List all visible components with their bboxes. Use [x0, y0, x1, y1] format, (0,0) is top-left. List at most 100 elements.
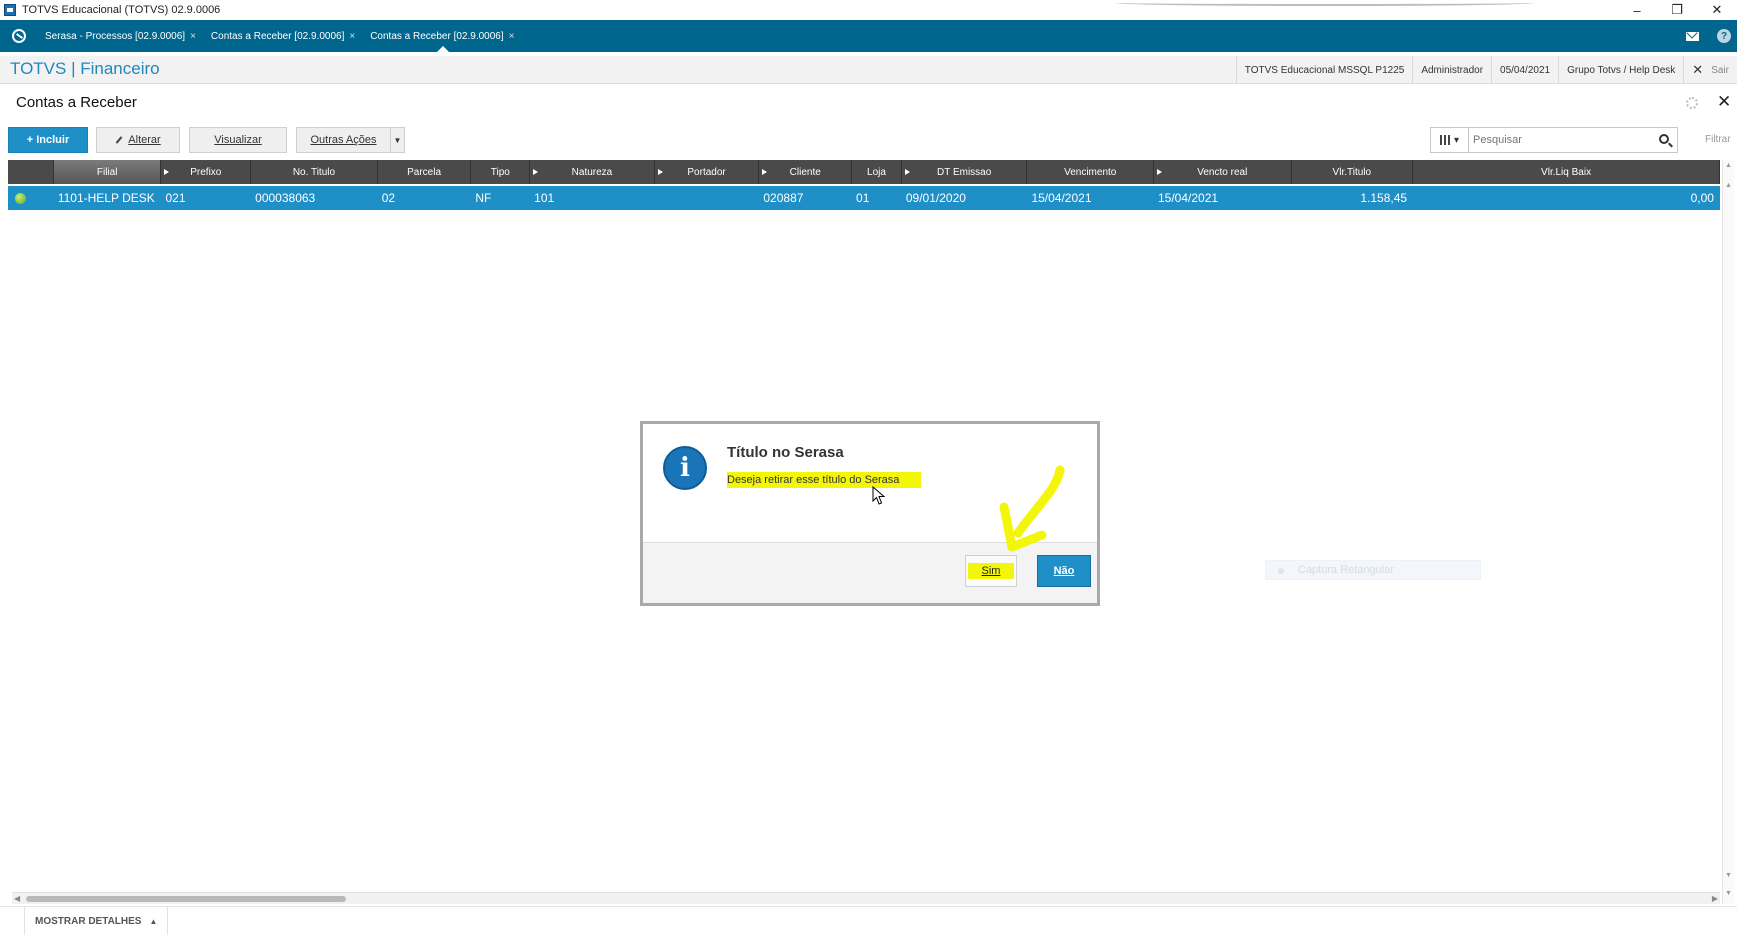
- outras-acoes-label: Outras Ações: [310, 134, 377, 146]
- scroll-up-icon[interactable]: ▲: [1725, 162, 1732, 169]
- cell-portador: [655, 186, 760, 210]
- search-box: ▾: [1430, 127, 1678, 153]
- tabbar-actions: ?: [1686, 20, 1737, 52]
- status-green-icon: [15, 192, 26, 204]
- brand-title: TOTVS | Financeiro: [10, 59, 160, 78]
- window-title: TOTVS Educacional (TOTVS) 02.9.0006: [22, 4, 221, 16]
- help-icon[interactable]: ?: [1717, 29, 1731, 43]
- annotation-arrow-icon: [999, 465, 1065, 552]
- scroll-up-icon[interactable]: ▲: [1725, 182, 1732, 189]
- tab-serasa-processos[interactable]: Serasa - Processos [02.9.0006] ×: [38, 20, 204, 52]
- restore-button[interactable]: ❐: [1657, 0, 1697, 20]
- environment-label: TOTVS Educacional MSSQL P1225: [1235, 56, 1413, 84]
- chevron-up-icon: ▲: [149, 916, 158, 926]
- grid-header: Filial Prefixo No. Titulo Parcela Tipo N…: [8, 160, 1721, 184]
- scrollbar-thumb[interactable]: [26, 896, 346, 902]
- window-titlebar: TOTVS Educacional (TOTVS) 02.9.0006 – ❐ …: [0, 0, 1737, 20]
- pencil-icon: [115, 136, 123, 144]
- cell-vlr-titulo: 1.158,45: [1360, 191, 1408, 205]
- cell-loja: 01: [856, 191, 870, 205]
- info-icon: i: [663, 446, 707, 490]
- scroll-down-icon[interactable]: ▼: [1725, 872, 1732, 879]
- column-header-vencto-real[interactable]: Vencto real: [1154, 160, 1292, 184]
- cell-parcela: 02: [381, 191, 396, 205]
- show-details-button[interactable]: MOSTRAR DETALHES ▲: [24, 907, 169, 935]
- tab-contas-receber-1[interactable]: Contas a Receber [02.9.0006] ×: [204, 20, 363, 52]
- scroll-left-icon[interactable]: ◀: [14, 894, 20, 903]
- totvs-logo-icon[interactable]: [12, 29, 26, 43]
- dialog-title: Título no Serasa: [727, 444, 844, 461]
- chevron-down-icon[interactable]: ▼: [390, 128, 404, 152]
- outras-acoes-button[interactable]: Outras Ações ▼: [296, 127, 405, 153]
- alterar-button[interactable]: Alterar: [96, 127, 180, 153]
- incluir-button[interactable]: + Incluir: [8, 127, 88, 153]
- header-info: TOTVS Educacional MSSQL P1225 Administra…: [1235, 56, 1737, 84]
- cell-dt-emissao: 09/01/2020: [905, 191, 966, 205]
- tab-close-icon[interactable]: ×: [509, 31, 515, 42]
- nao-label: Não: [1053, 565, 1075, 577]
- exit-button[interactable]: ✕ Sair: [1683, 56, 1737, 84]
- tab-label: Contas a Receber [02.9.0006]: [210, 30, 345, 42]
- cell-tipo: NF: [475, 191, 492, 205]
- column-header-prefixo[interactable]: Prefixo: [161, 160, 252, 184]
- columns-button[interactable]: ▾: [1431, 128, 1469, 152]
- column-header-vlr-titulo[interactable]: Vlr.Titulo: [1292, 160, 1414, 184]
- minimize-button[interactable]: –: [1617, 0, 1657, 20]
- search-input[interactable]: [1469, 129, 1649, 151]
- alterar-label: Alterar: [128, 134, 161, 146]
- mouse-cursor-icon: [872, 486, 886, 505]
- cell-vencto-real: 15/04/2021: [1157, 191, 1219, 205]
- cell-vlr-liq-baix: 0,00: [1690, 191, 1714, 205]
- page-close-icon[interactable]: ✕: [1717, 92, 1731, 112]
- column-header-vencimento[interactable]: Vencimento: [1027, 160, 1155, 184]
- tab-label: Serasa - Processos [02.9.0006]: [45, 30, 186, 42]
- chevron-down-icon: ▾: [1453, 134, 1460, 146]
- status-cell: [8, 186, 54, 210]
- column-header-cliente[interactable]: Cliente: [759, 160, 853, 184]
- tab-close-icon[interactable]: ×: [190, 31, 196, 42]
- exit-icon: ✕: [1692, 62, 1704, 77]
- group-label: Grupo Totvs / Help Desk: [1558, 56, 1683, 84]
- column-header-filial[interactable]: Filial: [53, 160, 162, 184]
- gear-icon[interactable]: [1686, 97, 1698, 109]
- screen-edge-artifact: [1115, 0, 1535, 6]
- column-header-portador[interactable]: Portador: [655, 160, 760, 184]
- visualizar-label: Visualizar: [214, 134, 262, 146]
- bottom-bar: MOSTRAR DETALHES ▲: [0, 906, 1737, 936]
- filter-link[interactable]: Filtrar: [1705, 134, 1731, 145]
- tab-label: Contas a Receber [02.9.0006]: [370, 30, 504, 42]
- app-icon: [4, 4, 16, 16]
- vertical-scrollbar[interactable]: ▲ ▲ ▼ ▼: [1722, 160, 1734, 904]
- cell-prefixo: 021: [165, 191, 186, 205]
- horizontal-scrollbar[interactable]: ◀ ▶: [12, 892, 1720, 904]
- column-header-parcela[interactable]: Parcela: [378, 160, 472, 184]
- page-title: Contas a Receber: [16, 94, 137, 111]
- column-header-no-titulo[interactable]: No. Titulo: [251, 160, 378, 184]
- sim-label: Sim: [981, 565, 1001, 577]
- tab-contas-receber-2[interactable]: Contas a Receber [02.9.0006] ×: [363, 20, 522, 52]
- column-header-natureza[interactable]: Natureza: [530, 160, 655, 184]
- app-header: TOTVS | Financeiro TOTVS Educacional MSS…: [0, 56, 1737, 84]
- cell-no-titulo: 000038063: [255, 191, 316, 205]
- column-header-tipo[interactable]: Tipo: [471, 160, 531, 184]
- scroll-down-icon[interactable]: ▼: [1725, 890, 1732, 897]
- column-header-vlr-liq-baix[interactable]: Vlr.Liq Baix: [1413, 160, 1721, 184]
- visualizar-button[interactable]: Visualizar: [189, 127, 287, 153]
- cell-filial: 1101-HELP DESK: [57, 191, 155, 205]
- cell-cliente: 020887: [763, 191, 804, 205]
- window-close-button[interactable]: ✕: [1697, 0, 1737, 20]
- dialog-message: Deseja retirar esse título do Serasa: [727, 472, 922, 488]
- columns-icon: [1439, 135, 1450, 145]
- search-icon[interactable]: [1659, 134, 1669, 144]
- user-label: Administrador: [1412, 56, 1491, 84]
- column-header-dt-emissao[interactable]: DT Emissao: [902, 160, 1028, 184]
- rectangular-capture-tooltip: Captura Retangular: [1265, 560, 1481, 580]
- show-details-label: MOSTRAR DETALHES: [35, 915, 142, 927]
- tab-close-icon[interactable]: ×: [349, 31, 355, 42]
- scroll-right-icon[interactable]: ▶: [1712, 894, 1718, 903]
- table-row[interactable]: 1101-HELP DESK 021 000038063 02 NF 101 0…: [8, 186, 1720, 210]
- tab-bar: Serasa - Processos [02.9.0006] × Contas …: [0, 20, 1737, 52]
- column-header-loja[interactable]: Loja: [852, 160, 902, 184]
- status-column-header[interactable]: [8, 160, 54, 184]
- mail-icon[interactable]: [1686, 31, 1699, 41]
